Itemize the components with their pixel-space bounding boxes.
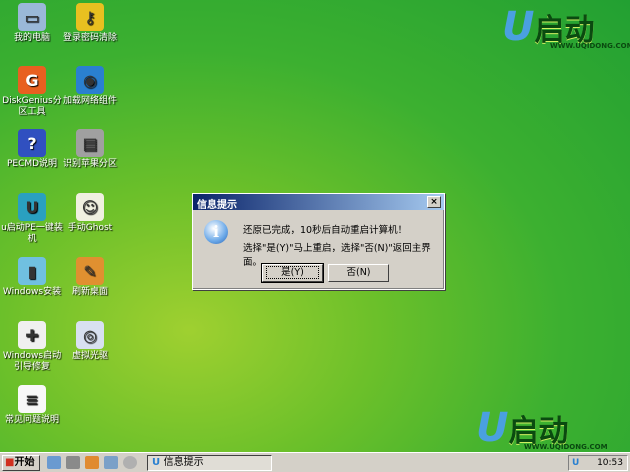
desktop-icon-label: 虚拟光驱 xyxy=(71,351,108,361)
dialog-title: 信息提示 xyxy=(197,200,237,211)
yes-button[interactable]: 是(Y) xyxy=(261,263,324,283)
desktop-icon-label: u启动PE一键装机 xyxy=(1,223,63,244)
help-icon: ? xyxy=(18,129,46,157)
document-icon: ≡ xyxy=(18,385,46,413)
no-button[interactable]: 否(N) xyxy=(328,264,389,282)
desktop-icon-label: 识别苹果分区 xyxy=(62,159,117,169)
ghost-icon: ☺ xyxy=(76,193,104,221)
taskbar-item-info[interactable]: U 信息提示 xyxy=(147,455,272,471)
u-logo-icon: U xyxy=(152,457,164,468)
desktop-icon-label: 加载网络组件 xyxy=(62,96,117,106)
key-icon: ⚷ xyxy=(76,3,104,31)
desktop-icon[interactable]: ☺ 手动Ghost xyxy=(58,193,122,234)
logo-top: U启动 WWW.UQIDONG.COM xyxy=(502,4,630,50)
desktop-icon-label: DiskGenius分区工具 xyxy=(2,96,62,117)
windows-install-icon: ▮ xyxy=(18,257,46,285)
start-button[interactable]: ■开始 xyxy=(2,455,40,471)
desktop-icon[interactable]: ? PECMD说明 xyxy=(0,129,64,170)
quicklaunch-brush-icon[interactable] xyxy=(66,456,80,469)
info-icon: i xyxy=(204,220,228,244)
close-button[interactable]: × xyxy=(427,196,441,208)
hard-drive-icon: ▤ xyxy=(76,129,104,157)
desktop-icon[interactable]: ▭ 我的电脑 xyxy=(0,3,64,44)
quicklaunch-window-icon[interactable] xyxy=(104,456,118,469)
dialog-titlebar[interactable]: 信息提示 × xyxy=(193,194,444,211)
desktop-icon[interactable]: ◎ 虚拟光驱 xyxy=(58,321,122,362)
virtual-cdrom-icon: ◎ xyxy=(76,321,104,349)
desktop-icon[interactable]: ✎ 刷新桌面 xyxy=(58,257,122,298)
first-aid-icon: ✚ xyxy=(18,321,46,349)
desktop-icon-label: 我的电脑 xyxy=(13,33,50,43)
desktop-icon[interactable]: ▤ 识别苹果分区 xyxy=(58,129,122,170)
desktop-icon-label: PECMD说明 xyxy=(6,159,58,169)
clock[interactable]: 10:53 xyxy=(597,458,623,468)
desktop-icon-label: Windows启动引导修复 xyxy=(2,351,62,372)
system-tray: U 10:53 xyxy=(568,455,628,471)
desktop-icon[interactable]: ◉ 加载网络组件 xyxy=(58,66,122,107)
desktop-icon[interactable]: ≡ 常见问题说明 xyxy=(0,385,64,426)
desktop-icon[interactable]: G DiskGenius分区工具 xyxy=(0,66,64,118)
desktop-icon-label: 刷新桌面 xyxy=(71,287,108,297)
network-globe-icon: ◉ xyxy=(76,66,104,94)
quicklaunch-tool-icon[interactable] xyxy=(47,456,61,469)
quicklaunch-search-icon[interactable] xyxy=(85,456,99,469)
desktop-icon[interactable]: ⚷ 登录密码清除 xyxy=(58,3,122,44)
tray-u-icon[interactable]: U xyxy=(569,456,579,470)
desktop-icon-label: Windows安装 xyxy=(2,287,62,297)
quicklaunch-eraser-icon[interactable] xyxy=(123,456,137,469)
taskbar: ■开始 U 信息提示 U 10:53 xyxy=(0,452,630,472)
refresh-desktop-icon: ✎ xyxy=(76,257,104,285)
dialog-message-1: 还原已完成，10秒后自动重启计算机！ xyxy=(243,225,408,236)
computer-icon: ▭ xyxy=(18,3,46,31)
info-dialog: 信息提示 × i 还原已完成，10秒后自动重启计算机！ 选择"是(Y)"马上重启… xyxy=(192,193,445,290)
desktop-icon[interactable]: ▮ Windows安装 xyxy=(0,257,64,298)
desktop-icon[interactable]: ✚ Windows启动引导修复 xyxy=(0,321,64,373)
desktop-icon-label: 登录密码清除 xyxy=(62,33,117,43)
desktop-icon[interactable]: Uu启动PE一键装机 xyxy=(0,193,64,245)
logo-bottom: U启动 WWW.UQIDONG.COM xyxy=(476,405,608,451)
diskgenius-icon: G xyxy=(18,66,46,94)
desktop-icon-label: 手动Ghost xyxy=(67,223,113,233)
desktop-icon-label: 常见问题说明 xyxy=(4,415,59,425)
u-logo-icon: U xyxy=(18,193,46,221)
